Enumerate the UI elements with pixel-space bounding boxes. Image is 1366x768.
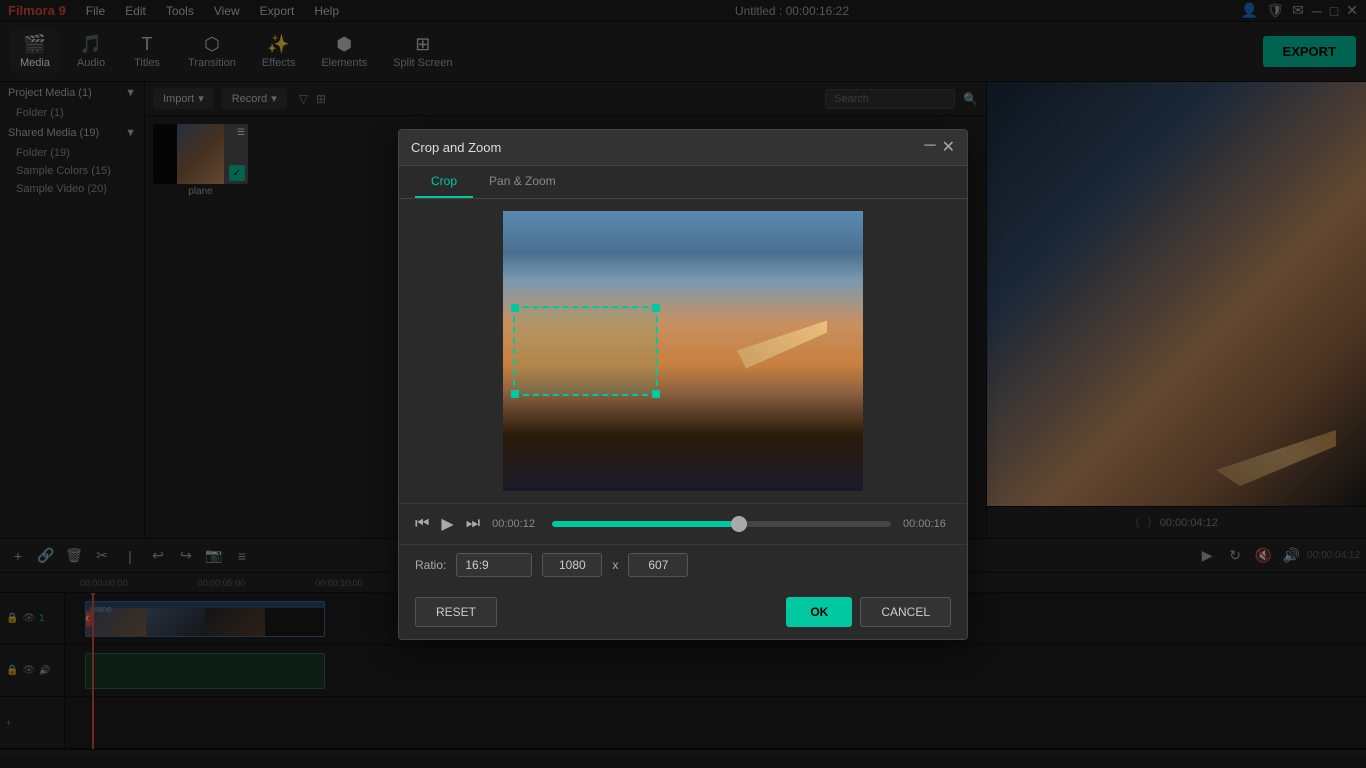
reset-button[interactable]: RESET bbox=[415, 597, 497, 627]
dimension-separator: x bbox=[612, 558, 618, 572]
dialog-playback-controls: ⏮ ▶ ⏭ 00:00:12 00:00:16 bbox=[399, 503, 967, 544]
dialog-footer: RESET OK CANCEL bbox=[399, 585, 967, 639]
dialog-close-icon[interactable]: ✕ bbox=[942, 137, 955, 157]
cancel-button[interactable]: CANCEL bbox=[860, 597, 951, 627]
dialog-ratio-controls: Ratio: 16:9 4:3 1:1 9:16 Custom x bbox=[399, 544, 967, 585]
progress-fill bbox=[552, 521, 738, 527]
crop-dialog: Crop and Zoom ─ ✕ Crop Pan & Zoom bbox=[398, 129, 968, 640]
tab-pan-zoom[interactable]: Pan & Zoom bbox=[473, 166, 572, 198]
tab-crop[interactable]: Crop bbox=[415, 166, 473, 198]
crop-handle-bottom-right[interactable] bbox=[652, 390, 660, 398]
ratio-select[interactable]: 16:9 4:3 1:1 9:16 Custom bbox=[456, 553, 532, 577]
total-time-label: 00:00:16 bbox=[903, 518, 951, 530]
crop-handle-top-right[interactable] bbox=[652, 304, 660, 312]
skip-forward-button[interactable]: ⏭ bbox=[466, 515, 480, 533]
progress-thumb[interactable] bbox=[731, 516, 747, 532]
current-time-label: 00:00:12 bbox=[492, 518, 540, 530]
play-pause-button[interactable]: ▶ bbox=[441, 514, 453, 534]
dialog-title: Crop and Zoom bbox=[411, 140, 501, 155]
crop-box[interactable] bbox=[513, 306, 658, 396]
width-input[interactable] bbox=[542, 553, 602, 577]
skip-back-button[interactable]: ⏮ bbox=[415, 515, 429, 533]
dialog-window-controls: ─ ✕ bbox=[924, 137, 955, 157]
height-input[interactable] bbox=[628, 553, 688, 577]
dialog-action-buttons: OK CANCEL bbox=[786, 597, 951, 627]
preview-image bbox=[503, 211, 863, 491]
ratio-label: Ratio: bbox=[415, 558, 446, 572]
ok-button[interactable]: OK bbox=[786, 597, 852, 627]
progress-bar[interactable] bbox=[552, 521, 891, 527]
crop-handle-top-left[interactable] bbox=[511, 304, 519, 312]
dialog-header: Crop and Zoom ─ ✕ bbox=[399, 130, 967, 166]
dialog-overlay: Crop and Zoom ─ ✕ Crop Pan & Zoom bbox=[0, 0, 1366, 768]
dialog-minimize-icon[interactable]: ─ bbox=[924, 137, 935, 157]
dialog-tabs: Crop Pan & Zoom bbox=[399, 166, 967, 199]
crop-handle-bottom-left[interactable] bbox=[511, 390, 519, 398]
dialog-preview-area bbox=[503, 211, 863, 491]
